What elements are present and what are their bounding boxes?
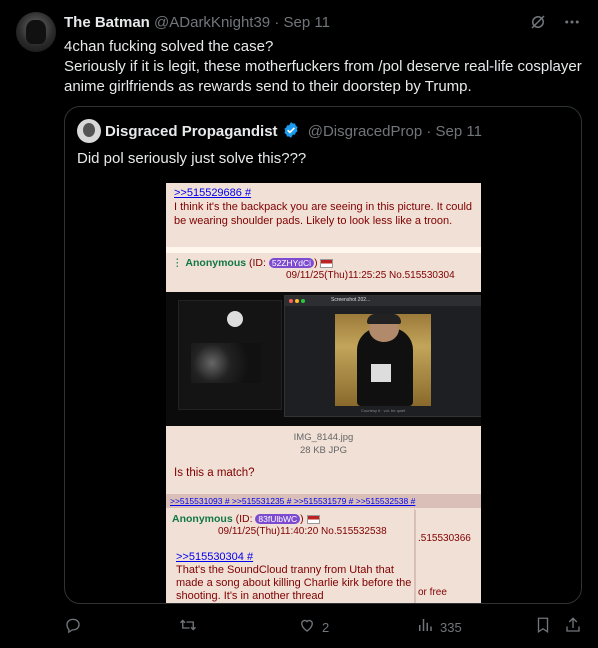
window-title: Screenshot 202... (331, 297, 371, 303)
quote-header: Disgraced Propagandist @DisgracedProp · … (105, 121, 482, 145)
poster-id-badge: 52ZHYdCi (268, 258, 315, 268)
quote-avatar[interactable] (77, 119, 101, 143)
post-image: Screenshot 202... Courtesy it · vol. be … (166, 292, 481, 426)
views-count: 335 (440, 620, 462, 635)
quote-separator-dot: · (426, 123, 432, 140)
tweet-top-actions (528, 12, 582, 32)
quoted-tweet[interactable]: Disgraced Propagandist @DisgracedProp · … (64, 106, 582, 604)
like-button[interactable]: 2 (298, 616, 329, 640)
file-name: IMG_8144.jpg (293, 432, 354, 443)
post-body: That's the SoundCloud tranny from Utah t… (176, 564, 412, 602)
post-reference-link: >>515530304 # (176, 551, 254, 563)
background-post-text: or free (418, 587, 447, 598)
post-body: I think it's the backpack you are seeing… (174, 201, 473, 227)
share-button[interactable] (564, 616, 582, 640)
dark-screenshot (178, 300, 282, 410)
avatar[interactable] (16, 12, 56, 52)
views-icon (416, 616, 434, 640)
chan-post-3-popup: Anonymous (ID: 83fUlbWC) 09/11/25(Thu)11… (166, 509, 415, 603)
separator-dot: · (274, 14, 280, 31)
suspect-photo (335, 314, 431, 406)
tweet-text-line2: Seriously if it is legit, these motherfu… (64, 58, 582, 95)
attached-image[interactable]: >>515529686 # I think it's the backpack … (166, 183, 481, 603)
file-size: 28 KB JPG (300, 445, 347, 456)
flag-icon (306, 514, 320, 524)
bookmark-icon (534, 616, 552, 640)
post-question: Is this a match? (174, 467, 255, 479)
screenshot-caption: Courtesy it · vol. be quiet (361, 408, 406, 413)
poster-id-label: (ID: (232, 513, 256, 525)
post-author-line: Anonymous (ID: 83fUlbWC) (172, 513, 320, 525)
window-titlebar: Screenshot 202... (285, 296, 481, 306)
more-icon[interactable] (562, 12, 582, 32)
retweet-button[interactable] (178, 616, 198, 640)
tweet-text: 4chan fucking solved the case? Seriously… (64, 37, 584, 97)
grok-icon[interactable] (528, 12, 548, 32)
flag-icon (320, 258, 334, 268)
bookmark-button[interactable] (534, 616, 552, 640)
poster-name: Anonymous (172, 513, 233, 525)
file-info: IMG_8144.jpg 28 KB JPG (166, 431, 481, 457)
shirt-print (371, 364, 391, 382)
reply-button[interactable] (64, 616, 82, 640)
tweet-header: The Batman @ADarkKnight39 · Sep 11 (64, 13, 330, 33)
share-icon (564, 616, 582, 640)
reply-icon (64, 616, 82, 640)
window-max-dot (301, 299, 305, 303)
chan-post-1: >>515529686 # I think it's the backpack … (166, 183, 481, 247)
like-count: 2 (322, 620, 330, 635)
post-datetime: 09/11/25(Thu)11:40:20 No.515532538 (218, 526, 387, 537)
quote-timestamp[interactable]: Sep 11 (436, 123, 482, 140)
display-name[interactable]: The Batman (64, 14, 150, 31)
window-screenshot: Screenshot 202... Courtesy it · vol. be … (284, 295, 481, 417)
quote-display-name[interactable]: Disgraced Propagandist (105, 123, 278, 140)
post-reference-link: >>515529686 # (174, 187, 252, 199)
poster-id-badge: 83fUlbWC (255, 514, 301, 524)
poster-name: Anonymous (185, 257, 247, 269)
timestamp[interactable]: Sep 11 (284, 14, 330, 31)
verified-badge-icon (282, 121, 300, 145)
post-author-line: ⋮ Anonymous (ID: 52ZHYdCi) (172, 257, 334, 269)
quote-handle[interactable]: @DisgracedProp (308, 123, 422, 140)
photo-faces (191, 343, 261, 383)
poster-id-label: (ID: (246, 257, 269, 269)
window-min-dot (295, 299, 299, 303)
window-close-dot (289, 299, 293, 303)
chan-post-2-header: ⋮ Anonymous (ID: 52ZHYdCi) 09/11/25(Thu)… (166, 253, 481, 289)
tweet[interactable]: The Batman @ADarkKnight39 · Sep 11 4chan… (0, 0, 598, 648)
handle[interactable]: @ADarkKnight39 (154, 14, 270, 31)
retweet-icon (178, 616, 198, 640)
background-post-number: .515530366 (418, 533, 471, 544)
person-hat (367, 314, 401, 324)
post-datetime: 09/11/25(Thu)11:25:25 No.515530304 (286, 270, 455, 281)
tweet-actions: 2 335 (64, 616, 584, 638)
reply-links: >>515531093 # >>515531235 # >>515531579 … (166, 494, 481, 508)
post-menu-glyph: ⋮ (172, 257, 186, 269)
tweet-text-line1: 4chan fucking solved the case? (64, 38, 274, 55)
logo-icon (227, 311, 243, 327)
views-button[interactable]: 335 (416, 616, 462, 640)
quote-text: Did pol seriously just solve this??? (77, 150, 307, 167)
heart-icon (298, 616, 316, 640)
